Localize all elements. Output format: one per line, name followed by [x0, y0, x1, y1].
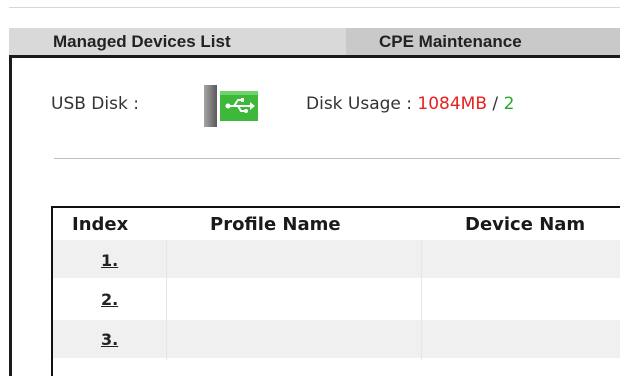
column-separator	[166, 240, 167, 360]
disk-usage-text: Disk Usage : 1084MB / 2	[306, 94, 514, 114]
disk-usage-label: Disk Usage :	[306, 94, 418, 114]
row-index-link[interactable]: 3.	[101, 330, 118, 349]
top-divider	[9, 7, 620, 8]
disk-total-value: 2	[503, 94, 515, 114]
usb-connected-icon	[204, 85, 258, 127]
table-row	[53, 240, 620, 278]
usb-disk-label: USB Disk :	[51, 94, 139, 114]
tab-cpe-maintenance[interactable]: CPE Maintenance	[346, 28, 620, 55]
header-device-name: Device Nam	[465, 214, 586, 235]
table-row	[53, 280, 620, 318]
column-separator	[421, 240, 422, 360]
disk-separator: /	[487, 94, 504, 114]
row-index-link[interactable]: 1.	[101, 251, 118, 270]
tab-managed-devices-list[interactable]: Managed Devices List	[9, 28, 346, 55]
table-row	[53, 320, 620, 358]
tab-bar: Managed Devices List CPE Maintenance	[9, 28, 620, 55]
header-profile-name: Profile Name	[210, 214, 341, 235]
disk-used-value: 1084MB	[417, 94, 488, 114]
section-divider	[54, 158, 620, 159]
header-index: Index	[72, 214, 129, 235]
row-index-link[interactable]: 2.	[101, 290, 118, 309]
